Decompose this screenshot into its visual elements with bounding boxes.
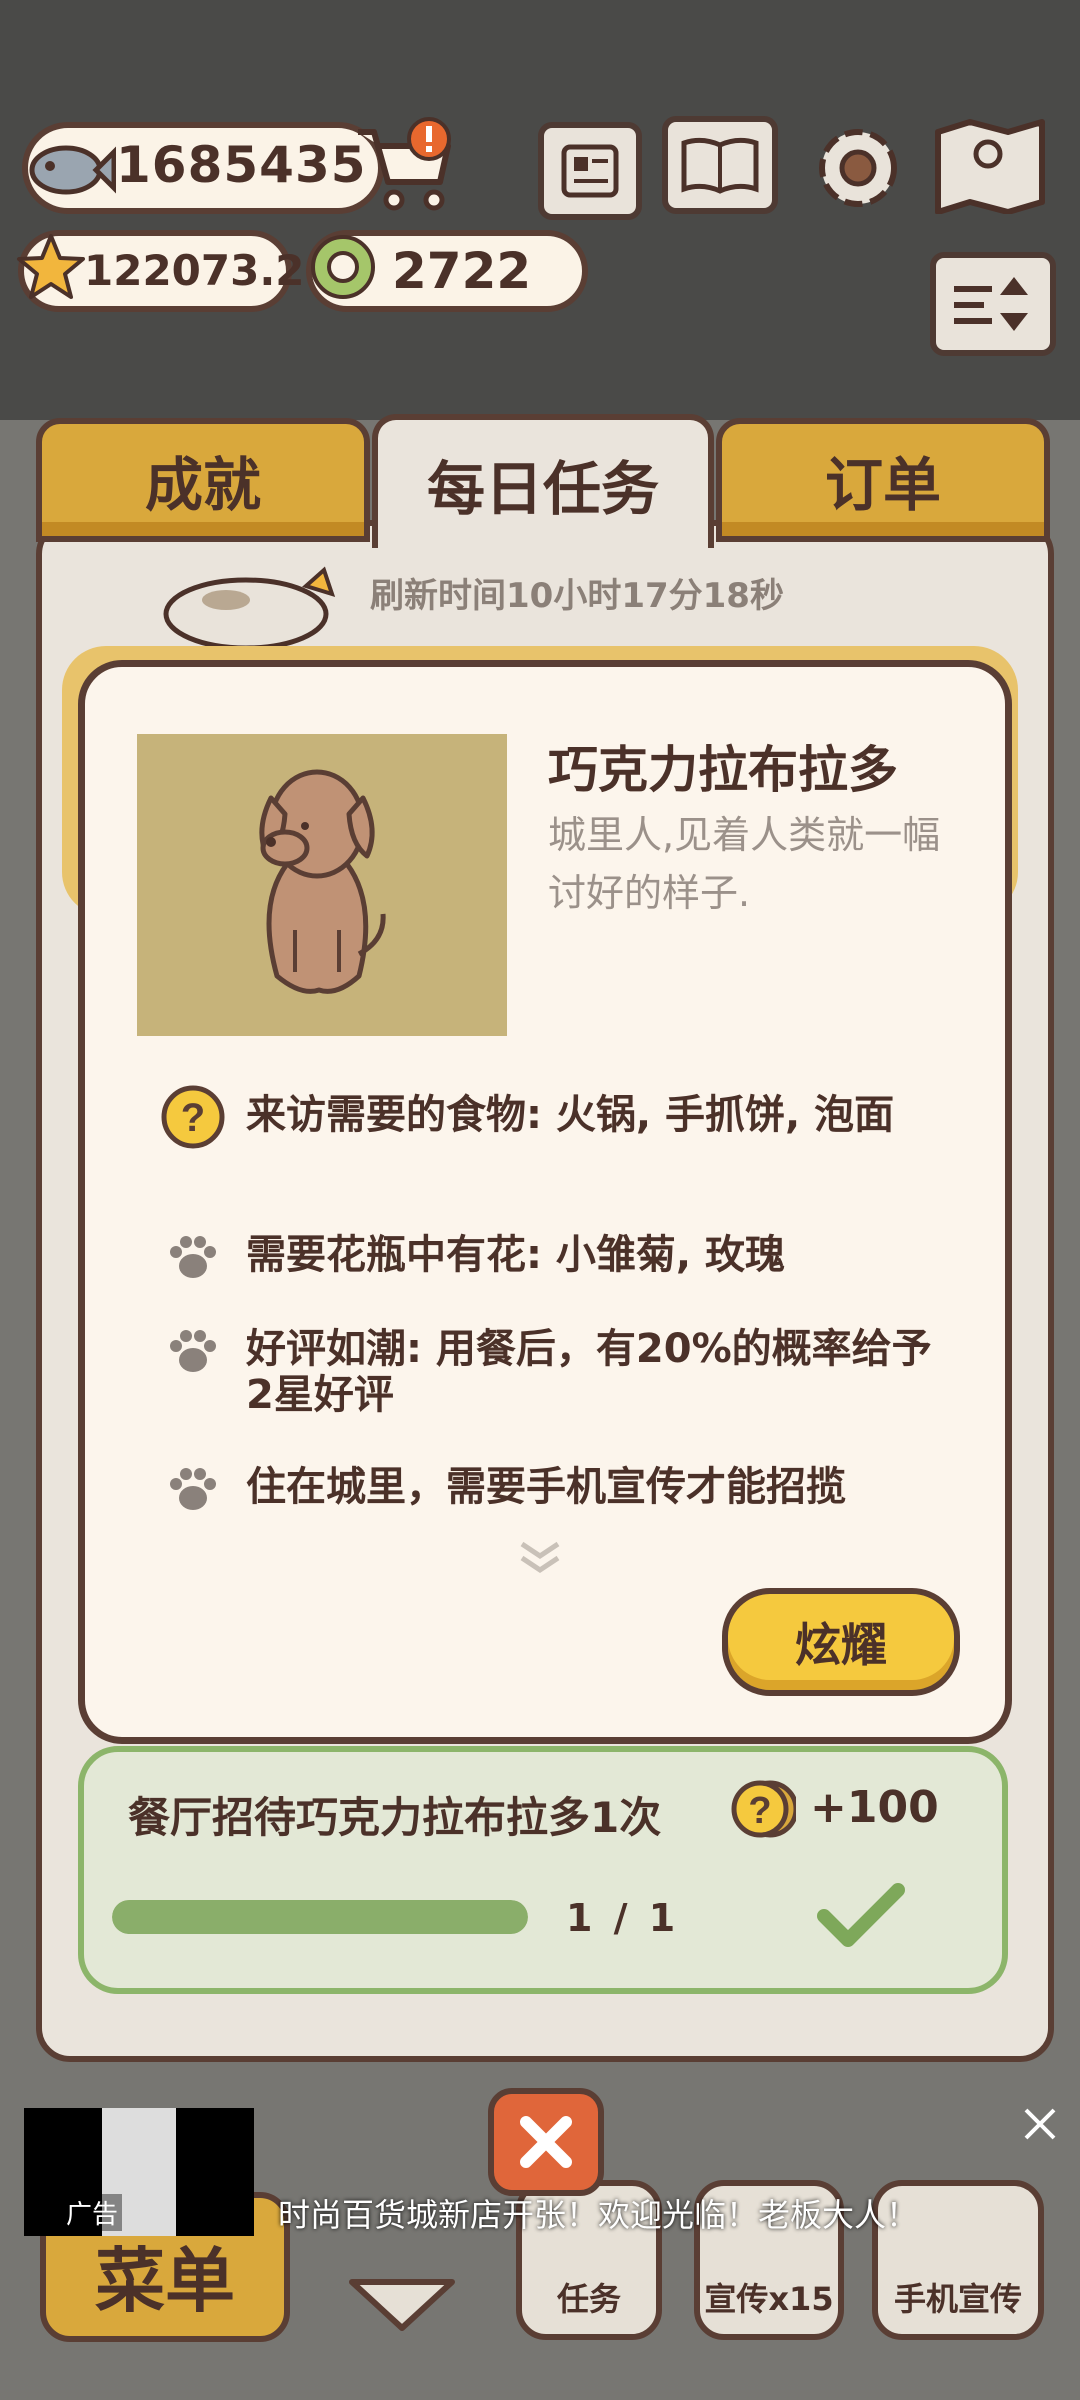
task-text: 餐厅招待巧克力拉布拉多1次: [128, 1793, 662, 1842]
ad-message: 时尚百货城新店开张！欢迎光临！老板大人！: [278, 2196, 919, 2234]
trait-reviews-text: 好评如潮: 用餐后，有20%的概率给予2星好评: [246, 1326, 932, 1418]
refresh-timer: 刷新时间10小时17分18秒: [370, 576, 784, 616]
tab-orders-label: 订单: [824, 451, 941, 519]
paw-icon: [170, 1330, 216, 1372]
alert-badge-icon: [407, 117, 451, 161]
tasks-label: 任务: [556, 2280, 621, 2318]
task-reward: +100: [810, 1782, 939, 1833]
settings-button[interactable]: [808, 118, 908, 218]
svg-text:?: ?: [181, 1096, 205, 1140]
labrador-dog-icon: [259, 769, 386, 994]
shop-cart-button[interactable]: [354, 116, 454, 220]
question-coin-icon: ?: [161, 1085, 225, 1149]
trait-reviews: 好评如潮: 用餐后，有20%的概率给予2星好评: [160, 1318, 950, 1428]
customer-name: 巧克力拉布拉多: [548, 741, 898, 799]
down-arrow-icon[interactable]: [346, 2274, 458, 2334]
ring-value: 2722: [392, 242, 532, 300]
fish-value: 1685435: [116, 136, 367, 194]
trait-flowers-text: 需要花瓶中有花: 小雏菊, 玫瑰: [246, 1232, 786, 1278]
reward-coin-icon: ?: [731, 1780, 796, 1838]
task-progress-text: 1 / 1: [566, 1896, 680, 1940]
book-button[interactable]: [662, 116, 778, 214]
notebook-icon: [561, 144, 619, 198]
ad-label: 广告: [62, 2194, 123, 2231]
book-icon: [681, 137, 759, 194]
check-icon: [817, 1883, 905, 1947]
customer-description: 城里人,见着人类就一幅讨好的样子.: [548, 813, 941, 915]
phone-promo-label: 手机宣传: [893, 2280, 1022, 2318]
show-off-button[interactable]: 炫耀: [722, 1588, 960, 1696]
customer-portrait: [137, 734, 507, 1036]
fish-counter: 1685435: [22, 122, 384, 214]
task-progress-fill: [112, 1900, 528, 1934]
gear-icon: [819, 129, 897, 207]
tab-daily-tasks-label: 每日任务: [426, 455, 659, 523]
task-progress-bar: [112, 1900, 528, 1934]
trait-food: ? 来访需要的食物: 火锅, 手抓饼, 泡面: [160, 1084, 950, 1194]
scroll-down-chevron-icon[interactable]: [516, 1540, 564, 1576]
close-panel-button[interactable]: [488, 2088, 604, 2196]
tab-achievements[interactable]: 成就: [36, 418, 370, 542]
fish-icon: [29, 145, 116, 195]
star-counter: 122073.2: [17, 230, 305, 312]
ring-counter: 2722: [306, 230, 588, 312]
show-off-label: 炫耀: [795, 1618, 887, 1672]
tab-daily-tasks[interactable]: 每日任务: [372, 414, 714, 548]
star-icon: [17, 234, 85, 299]
sort-icon: [954, 277, 1028, 331]
notebook-button[interactable]: [538, 122, 642, 220]
map-button[interactable]: [932, 114, 1048, 215]
star-value: 122073.2: [84, 246, 305, 295]
ad-close-icon[interactable]: [1020, 2104, 1060, 2144]
trait-flowers: 需要花瓶中有花: 小雏菊, 玫瑰: [160, 1224, 950, 1290]
paw-icon: [170, 1468, 216, 1510]
promo-label: 宣传x15: [704, 2280, 834, 2318]
tab-orders[interactable]: 订单: [716, 418, 1050, 542]
close-icon: [520, 2116, 572, 2168]
trait-city-text: 住在城里，需要手机宣传才能招揽: [246, 1464, 846, 1510]
trait-city: 住在城里，需要手机宣传才能招揽: [160, 1456, 950, 1522]
tab-achievements-label: 成就: [144, 451, 261, 519]
map-icon: [935, 119, 1045, 215]
ring-coin-icon: [311, 235, 375, 299]
paw-icon: [170, 1236, 216, 1278]
sleeping-cat-icon: [163, 566, 336, 651]
sort-toggle-button[interactable]: [930, 252, 1056, 356]
trait-food-text: 来访需要的食物: 火锅, 手抓饼, 泡面: [246, 1092, 895, 1138]
menu-label: 菜单: [95, 2240, 235, 2322]
svg-text:?: ?: [748, 1790, 771, 1832]
